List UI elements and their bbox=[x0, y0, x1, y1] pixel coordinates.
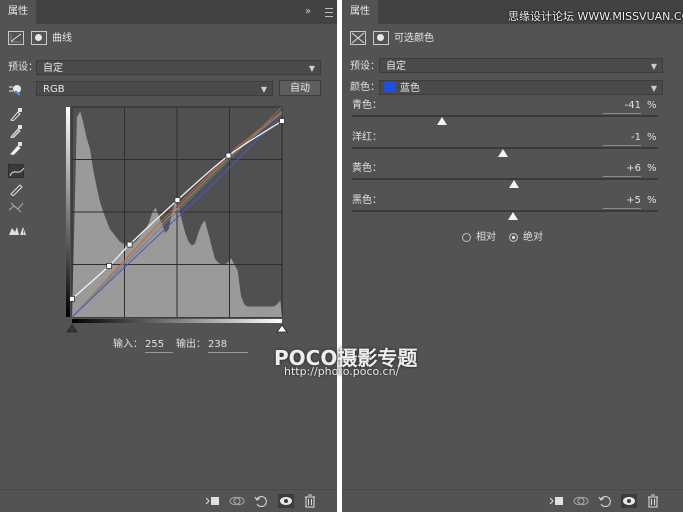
clip-to-layer-icon[interactable] bbox=[204, 494, 220, 508]
curve-control-point[interactable] bbox=[174, 197, 181, 203]
curve-point-icon[interactable] bbox=[8, 164, 25, 178]
slider-track[interactable] bbox=[352, 147, 658, 157]
input-value[interactable]: 255 bbox=[145, 338, 173, 353]
watermark-url: http://photo.poco.cn/ bbox=[284, 365, 400, 378]
slider-thumb[interactable] bbox=[507, 212, 518, 220]
collapse-panel-icon[interactable]: » bbox=[305, 0, 311, 24]
black-eyedropper-icon[interactable] bbox=[8, 107, 24, 122]
black-point-slider[interactable] bbox=[66, 324, 78, 333]
curve-control-point[interactable] bbox=[69, 295, 75, 302]
method-relative-radio[interactable]: 相对 bbox=[462, 232, 496, 244]
curve-control-point[interactable] bbox=[225, 152, 232, 159]
clipping-warning-icon[interactable]: ! bbox=[8, 223, 26, 237]
percent-unit: % bbox=[647, 132, 657, 143]
chevron-down-icon: ▼ bbox=[650, 84, 657, 93]
curves-properties-panel: 属性 » 曲线 预设： 自定 ▼ RGB ▼ 自动 ! 输入： 255 输出： … bbox=[0, 0, 337, 512]
view-previous-icon[interactable] bbox=[573, 494, 589, 508]
panel-header-title: 可选颜色 bbox=[394, 33, 434, 44]
panel-tab-bar: 属性 » bbox=[0, 0, 337, 24]
radio-circle-icon bbox=[462, 232, 471, 242]
channel-target-icon[interactable] bbox=[8, 82, 24, 96]
slider-value-input[interactable]: +6 bbox=[603, 162, 641, 177]
trash-icon[interactable] bbox=[302, 494, 318, 508]
white-eyedropper-icon[interactable] bbox=[8, 141, 24, 156]
bottom-toolbar bbox=[342, 489, 683, 512]
channel-dropdown[interactable]: RGB ▼ bbox=[36, 81, 273, 96]
gray-eyedropper-icon[interactable] bbox=[8, 124, 24, 139]
output-readout: 输出： 238 bbox=[176, 338, 248, 353]
preset-dropdown-value: 自定 bbox=[43, 63, 63, 74]
panel-header-title: 曲线 bbox=[52, 33, 72, 44]
pencil-icon[interactable] bbox=[8, 182, 24, 197]
slider-track[interactable] bbox=[352, 210, 658, 220]
curves-adjustment-icon[interactable] bbox=[8, 31, 24, 45]
preset-dropdown[interactable]: 自定 ▼ bbox=[36, 60, 321, 75]
preset-dropdown-value: 自定 bbox=[386, 61, 406, 72]
properties-tab[interactable]: 属性 bbox=[342, 0, 378, 24]
input-label: 输入： bbox=[113, 339, 143, 350]
method-absolute-radio[interactable]: 绝对 bbox=[509, 232, 543, 244]
colors-dropdown[interactable]: 蓝色 ▼ bbox=[379, 80, 663, 95]
preset-dropdown[interactable]: 自定 ▼ bbox=[379, 58, 663, 73]
properties-tab[interactable]: 属性 bbox=[0, 0, 36, 24]
white-point-slider[interactable] bbox=[276, 324, 288, 333]
colors-dropdown-value: 蓝色 bbox=[400, 83, 420, 94]
slider-value-input[interactable]: -41 bbox=[603, 99, 641, 114]
chevron-down-icon: ▼ bbox=[650, 62, 657, 71]
slider-label: 黑色： bbox=[352, 195, 382, 206]
slider-value-input[interactable]: -1 bbox=[603, 131, 641, 146]
layer-mask-icon[interactable] bbox=[373, 31, 390, 45]
channel-dropdown-value: RGB bbox=[43, 84, 65, 95]
slider-value-input[interactable]: +5 bbox=[603, 194, 641, 209]
radio-selected-icon bbox=[509, 232, 518, 242]
adjustment-type-icons bbox=[8, 31, 51, 47]
output-value[interactable]: 238 bbox=[208, 338, 248, 353]
layer-mask-icon[interactable] bbox=[31, 31, 48, 45]
curve-control-point[interactable] bbox=[279, 118, 285, 124]
adjustment-type-icons bbox=[350, 31, 393, 47]
smooth-icon[interactable] bbox=[8, 200, 24, 214]
slider-label: 青色： bbox=[352, 100, 382, 111]
curves-graph[interactable] bbox=[62, 103, 292, 333]
svg-text:!: ! bbox=[22, 230, 24, 237]
input-gradient-bar bbox=[72, 319, 282, 323]
output-gradient-bar bbox=[66, 107, 70, 317]
slider-thumb[interactable] bbox=[509, 180, 520, 188]
chevron-down-icon: ▼ bbox=[308, 64, 315, 73]
curve-control-point[interactable] bbox=[126, 241, 133, 248]
slider-thumb[interactable] bbox=[498, 149, 509, 157]
method-absolute-label: 绝对 bbox=[523, 232, 543, 243]
method-relative-label: 相对 bbox=[476, 232, 496, 243]
slider-track[interactable] bbox=[352, 115, 658, 125]
colors-label: 颜色： bbox=[350, 82, 380, 93]
curve-control-point[interactable] bbox=[106, 263, 112, 269]
watermark-top: 思缘设计论坛 WWW.MISSVUAN.COM bbox=[508, 10, 683, 23]
visibility-eye-icon[interactable] bbox=[621, 494, 637, 508]
preset-label: 预设： bbox=[350, 61, 380, 72]
clip-to-layer-icon[interactable] bbox=[548, 494, 564, 508]
percent-unit: % bbox=[647, 100, 657, 111]
chevron-down-icon: ▼ bbox=[260, 85, 267, 94]
selective-color-adjustment-icon[interactable] bbox=[350, 31, 366, 45]
panel-menu-icon[interactable] bbox=[325, 8, 333, 17]
slider-label: 洋红： bbox=[352, 132, 382, 143]
trash-icon[interactable] bbox=[645, 494, 661, 508]
visibility-eye-icon[interactable] bbox=[278, 494, 294, 508]
auto-button[interactable]: 自动 bbox=[279, 80, 321, 96]
slider-thumb[interactable] bbox=[437, 117, 448, 125]
reset-icon[interactable] bbox=[253, 494, 269, 508]
slider-label: 黄色： bbox=[352, 163, 382, 174]
output-label: 输出： bbox=[176, 339, 206, 350]
color-swatch bbox=[384, 82, 396, 92]
percent-unit: % bbox=[647, 163, 657, 174]
selective-color-properties-panel: 属性 可选颜色 预设： 自定 ▼ 颜色： 蓝色 ▼ 青色： -41 % 洋红： … bbox=[342, 0, 683, 512]
slider-track[interactable] bbox=[352, 178, 658, 188]
percent-unit: % bbox=[647, 195, 657, 206]
reset-icon[interactable] bbox=[597, 494, 613, 508]
bottom-toolbar bbox=[0, 489, 337, 512]
input-readout: 输入： 255 bbox=[113, 338, 173, 353]
view-previous-icon[interactable] bbox=[229, 494, 245, 508]
preset-label: 预设： bbox=[8, 62, 38, 73]
